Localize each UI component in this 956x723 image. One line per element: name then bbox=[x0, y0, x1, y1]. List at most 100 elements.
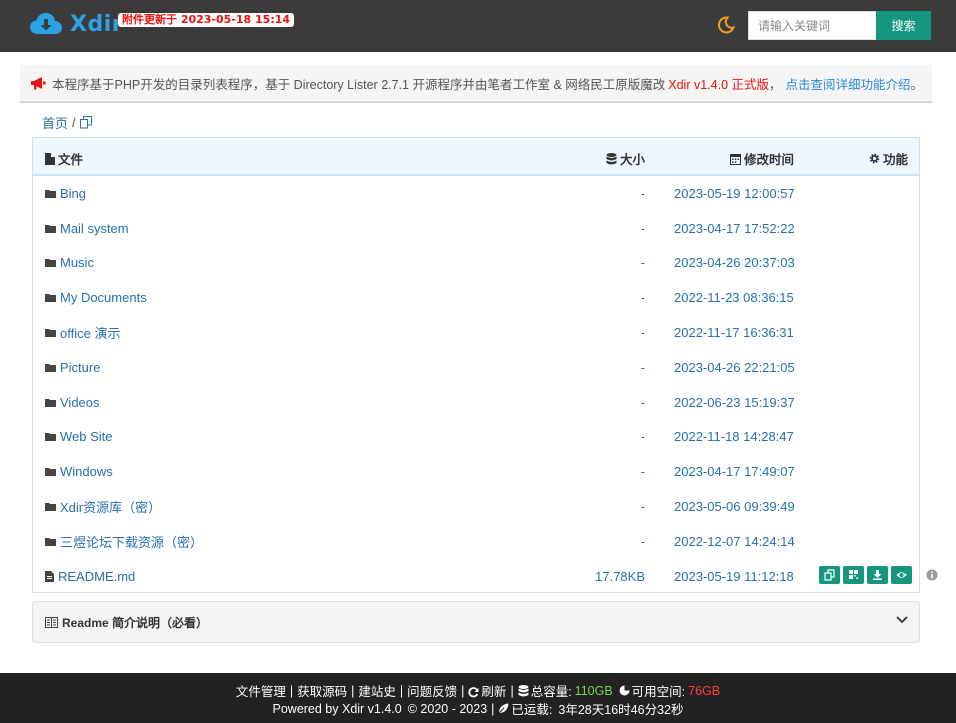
chevron-down-icon[interactable] bbox=[895, 615, 909, 625]
file-name: My Documents bbox=[60, 290, 147, 306]
footer-refresh[interactable]: 刷新 bbox=[468, 681, 506, 700]
breadcrumb: 首页 / bbox=[42, 113, 92, 132]
notice-bar: 本程序基于PHP开发的目录列表程序，基于 Directory Lister 2.… bbox=[20, 65, 932, 103]
file-name-link[interactable]: office 演示 bbox=[45, 315, 120, 350]
site-logo[interactable]: Xdir bbox=[30, 9, 123, 39]
calendar-icon bbox=[730, 153, 741, 165]
notice-version: Xdir v1.4.0 正式版 bbox=[668, 77, 769, 92]
file-modified: 2023-04-17 17:49:07 bbox=[674, 464, 795, 480]
eye-icon bbox=[896, 572, 907, 578]
file-name-link[interactable]: My Documents bbox=[45, 280, 147, 315]
notice-detail-link[interactable]: 点击查阅详细功能介绍 bbox=[786, 74, 911, 93]
footer-uptime-value: 3年28天16时46分32秒 bbox=[558, 703, 684, 717]
qrcode-icon bbox=[849, 569, 858, 579]
file-name-link[interactable]: README.md bbox=[45, 559, 135, 594]
file-icon bbox=[45, 152, 55, 165]
file-name: Windows bbox=[60, 464, 113, 480]
footer-link-get-source[interactable]: 获取源码 bbox=[297, 681, 347, 700]
footer-separator: | bbox=[289, 683, 294, 698]
table-row[interactable]: Videos - 2022-06-23 15:19:37 bbox=[33, 385, 919, 420]
file-name-link[interactable]: Bing bbox=[45, 176, 86, 211]
footer-separator: | bbox=[351, 683, 355, 698]
file-size: - bbox=[640, 255, 645, 271]
file-name: Web Site bbox=[60, 429, 113, 445]
footer-link-feedback[interactable]: 问题反馈 bbox=[407, 681, 457, 700]
moon-icon[interactable] bbox=[716, 15, 736, 35]
search-input[interactable] bbox=[748, 11, 877, 40]
file-modified: 2022-11-23 08:36:15 bbox=[674, 290, 794, 306]
copy-link-icon bbox=[824, 569, 835, 581]
row-actions bbox=[819, 565, 912, 584]
footer-powered: Powered by Xdir v1.4.0 bbox=[272, 701, 402, 716]
table-row[interactable]: Picture - 2023-04-26 22:21:05 bbox=[33, 350, 919, 385]
refresh-icon bbox=[468, 687, 479, 698]
table-row[interactable]: office 演示 - 2022-11-17 16:36:31 bbox=[33, 315, 919, 350]
download-icon bbox=[873, 569, 882, 580]
table-row[interactable]: My Documents - 2022-11-23 08:36:15 bbox=[33, 280, 919, 315]
table-row[interactable]: Windows - 2023-04-17 17:49:07 bbox=[33, 454, 919, 489]
table-row[interactable]: 三煜论坛下载资源（密） - 2022-12-07 14:24:14 bbox=[33, 524, 919, 559]
copy-link-button[interactable] bbox=[819, 565, 840, 584]
footer-free-label: 可用空间: bbox=[631, 685, 686, 699]
file-name-link[interactable]: Xdir资源库（密） bbox=[45, 489, 161, 524]
book-icon bbox=[45, 616, 58, 628]
file-size: - bbox=[640, 359, 645, 375]
database-icon bbox=[606, 152, 617, 164]
notice-text: 本程序基于PHP开发的目录列表程序，基于 Directory Lister 2.… bbox=[52, 77, 666, 92]
file-name-link[interactable]: 三煜论坛下载资源（密） bbox=[45, 524, 203, 559]
file-size: - bbox=[640, 394, 645, 410]
file-name-link[interactable]: Web Site bbox=[45, 420, 113, 455]
breadcrumb-home[interactable]: 首页 bbox=[42, 113, 68, 132]
folder-icon bbox=[45, 224, 56, 233]
info-icon[interactable] bbox=[926, 569, 938, 581]
footer-total-value: 110GB bbox=[574, 683, 613, 698]
copy-path-icon[interactable] bbox=[79, 116, 92, 129]
table-row[interactable]: Xdir资源库（密） - 2023-05-06 09:39:49 bbox=[33, 489, 919, 524]
file-name: office 演示 bbox=[60, 326, 121, 342]
folder-icon bbox=[45, 259, 56, 268]
file-name-link[interactable]: Mail system bbox=[45, 211, 129, 246]
file-modified: 2022-11-17 16:36:31 bbox=[674, 325, 794, 341]
table-row[interactable]: Bing - 2023-05-19 12:00:57 bbox=[33, 176, 919, 211]
table-row[interactable]: Mail system - 2023-04-17 17:52:22 bbox=[33, 211, 919, 246]
folder-icon bbox=[45, 398, 56, 407]
file-modified: 2023-04-26 20:37:03 bbox=[674, 255, 795, 271]
folder-icon bbox=[45, 329, 56, 338]
qrcode-button[interactable] bbox=[843, 565, 864, 584]
megaphone-icon bbox=[31, 77, 46, 90]
header-size[interactable]: 大小 bbox=[606, 149, 645, 168]
table-row[interactable]: Music - 2023-04-26 20:37:03 bbox=[33, 246, 919, 281]
footer-total-label: 总容量: bbox=[530, 685, 572, 699]
folder-icon bbox=[45, 433, 56, 442]
readme-title: Readme 简介说明（必看） bbox=[62, 615, 209, 630]
table-row[interactable]: README.md 17.78KB 2023-05-19 11:12:18 bbox=[33, 559, 919, 594]
search-button[interactable]: 搜索 bbox=[876, 11, 931, 40]
file-name-link[interactable]: Picture bbox=[45, 350, 100, 385]
footer-link-history[interactable]: 建站史 bbox=[358, 681, 396, 700]
file-size: - bbox=[640, 185, 645, 201]
file-icon bbox=[45, 570, 54, 582]
header-file[interactable]: 文件 bbox=[45, 149, 83, 168]
header-modified[interactable]: 修改时间 bbox=[730, 149, 794, 168]
file-modified: 2022-06-23 15:19:37 bbox=[674, 394, 795, 410]
folder-icon bbox=[45, 468, 56, 477]
file-table: 文件 大小 修改时间 功能 Bing - 2023-05-19 12:00:57 Ma… bbox=[32, 137, 920, 593]
cloud-download-icon bbox=[30, 13, 62, 34]
footer-separator: | bbox=[510, 683, 514, 698]
preview-button[interactable] bbox=[891, 565, 912, 584]
file-modified: 2023-04-17 17:52:22 bbox=[674, 220, 795, 236]
file-name-link[interactable]: Music bbox=[45, 246, 94, 281]
file-size: - bbox=[640, 533, 645, 549]
file-name-link[interactable]: Windows bbox=[45, 454, 113, 489]
database-icon bbox=[518, 684, 529, 696]
file-size: - bbox=[640, 290, 645, 306]
file-modified: 2023-05-19 11:12:18 bbox=[674, 568, 794, 584]
breadcrumb-separator: / bbox=[72, 115, 76, 130]
readme-panel[interactable]: Readme 简介说明（必看） bbox=[32, 601, 920, 643]
footer-line-2: Powered by Xdir v1.4.0 © 2020 - 2023 | 已… bbox=[0, 699, 956, 718]
file-name-link[interactable]: Videos bbox=[45, 385, 100, 420]
footer-link-file-manager[interactable]: 文件管理 bbox=[236, 681, 286, 700]
table-row[interactable]: Web Site - 2022-11-18 14:28:47 bbox=[33, 420, 919, 455]
download-button[interactable] bbox=[867, 565, 888, 584]
folder-icon bbox=[45, 537, 56, 546]
